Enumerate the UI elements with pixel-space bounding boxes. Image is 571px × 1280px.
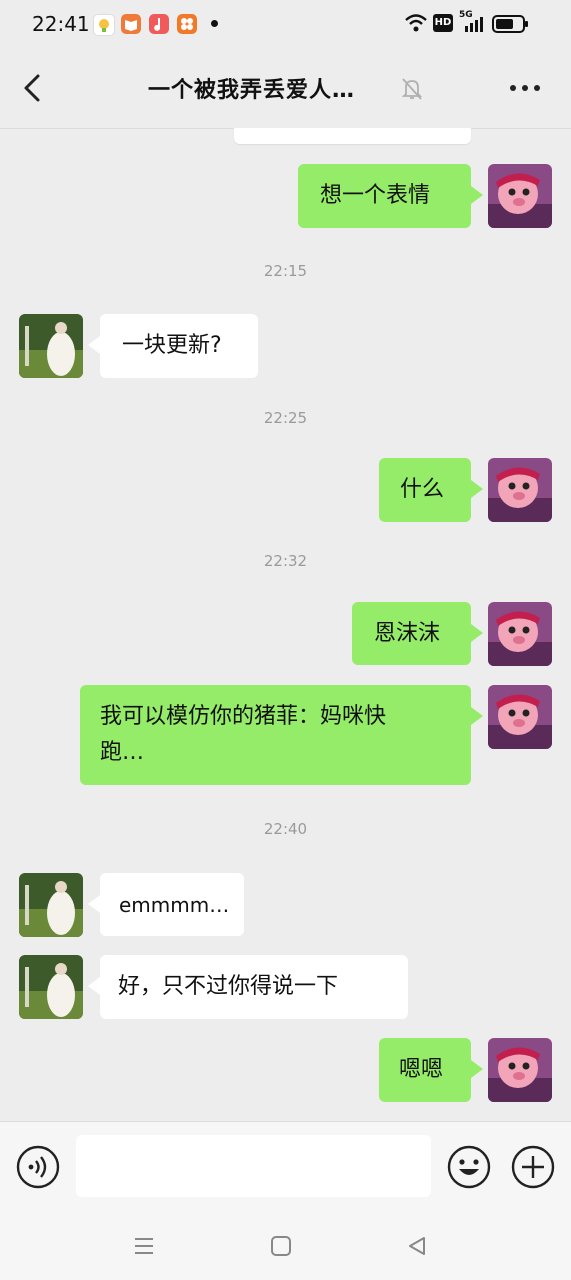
message-bubble-sent[interactable]: 嗯嗯 bbox=[379, 1038, 483, 1102]
my-avatar[interactable] bbox=[488, 685, 552, 749]
emoji-icon[interactable] bbox=[447, 1145, 491, 1189]
message-bubble-received[interactable]: emmmm… bbox=[88, 873, 244, 936]
contact-avatar[interactable] bbox=[19, 955, 83, 1019]
bell-off-icon bbox=[401, 78, 423, 100]
battery-icon bbox=[492, 15, 528, 33]
signal-icon bbox=[465, 17, 483, 32]
timestamp: 22:32 bbox=[263, 552, 308, 570]
music-app-icon bbox=[149, 14, 169, 34]
message-bubble-sent[interactable]: 什么 bbox=[379, 458, 483, 522]
my-avatar[interactable] bbox=[488, 1038, 552, 1102]
plus-icon[interactable] bbox=[511, 1145, 555, 1189]
status-time: 22:41 bbox=[32, 12, 90, 36]
status-bar: 22:41 HD 5G bbox=[0, 0, 571, 50]
message-bubble-partial[interactable] bbox=[234, 128, 471, 144]
contact-avatar[interactable] bbox=[19, 314, 83, 378]
app-notification-icon bbox=[93, 14, 115, 36]
message-text-line: 跑… bbox=[100, 740, 145, 765]
message-bubble-received[interactable]: 好，只不过你得说一下 bbox=[88, 955, 408, 1019]
hd-badge: HD bbox=[433, 14, 453, 32]
timestamp: 22:25 bbox=[263, 409, 308, 427]
message-bubble-sent[interactable]: 我可以模仿你的猪菲：妈咪快 跑… bbox=[80, 685, 483, 785]
input-bar bbox=[0, 1121, 571, 1212]
app-grid-icon bbox=[177, 14, 197, 34]
message-bubble-sent[interactable]: 恩沫沫 bbox=[352, 602, 483, 665]
chat-header: 一个被我弄丢爱人… bbox=[0, 50, 571, 129]
contact-avatar[interactable] bbox=[19, 873, 83, 937]
more-notifications-dot bbox=[211, 20, 218, 27]
book-app-icon bbox=[121, 14, 141, 34]
message-bubble-received[interactable]: 一块更新? bbox=[88, 314, 258, 378]
home-icon[interactable] bbox=[270, 1235, 292, 1257]
my-avatar[interactable] bbox=[488, 164, 552, 228]
timestamp: 22:40 bbox=[263, 820, 308, 838]
timestamp: 22:15 bbox=[263, 262, 308, 280]
message-input[interactable] bbox=[76, 1135, 431, 1197]
chat-screen: 22:41 HD 5G 一个被我弄丢爱人… 想一个表情 22:15 一块更新? … bbox=[0, 0, 571, 1280]
my-avatar[interactable] bbox=[488, 602, 552, 666]
menu-icon[interactable] bbox=[133, 1235, 155, 1257]
wifi-icon bbox=[405, 14, 427, 32]
chat-title: 一个被我弄丢爱人… bbox=[148, 78, 356, 103]
system-nav-bar bbox=[0, 1211, 571, 1280]
message-text-line: 我可以模仿你的猪菲：妈咪快 bbox=[100, 704, 387, 729]
back-triangle-icon[interactable] bbox=[406, 1235, 428, 1257]
more-dots-icon[interactable] bbox=[508, 76, 542, 100]
chevron-left-icon[interactable] bbox=[14, 68, 50, 108]
message-list[interactable]: 想一个表情 22:15 一块更新? 22:25 什么 22:32 恩沫沫 我可以… bbox=[0, 128, 571, 1120]
message-bubble-sent[interactable]: 想一个表情 bbox=[298, 164, 483, 228]
my-avatar[interactable] bbox=[488, 458, 552, 522]
voice-icon[interactable] bbox=[16, 1145, 60, 1189]
